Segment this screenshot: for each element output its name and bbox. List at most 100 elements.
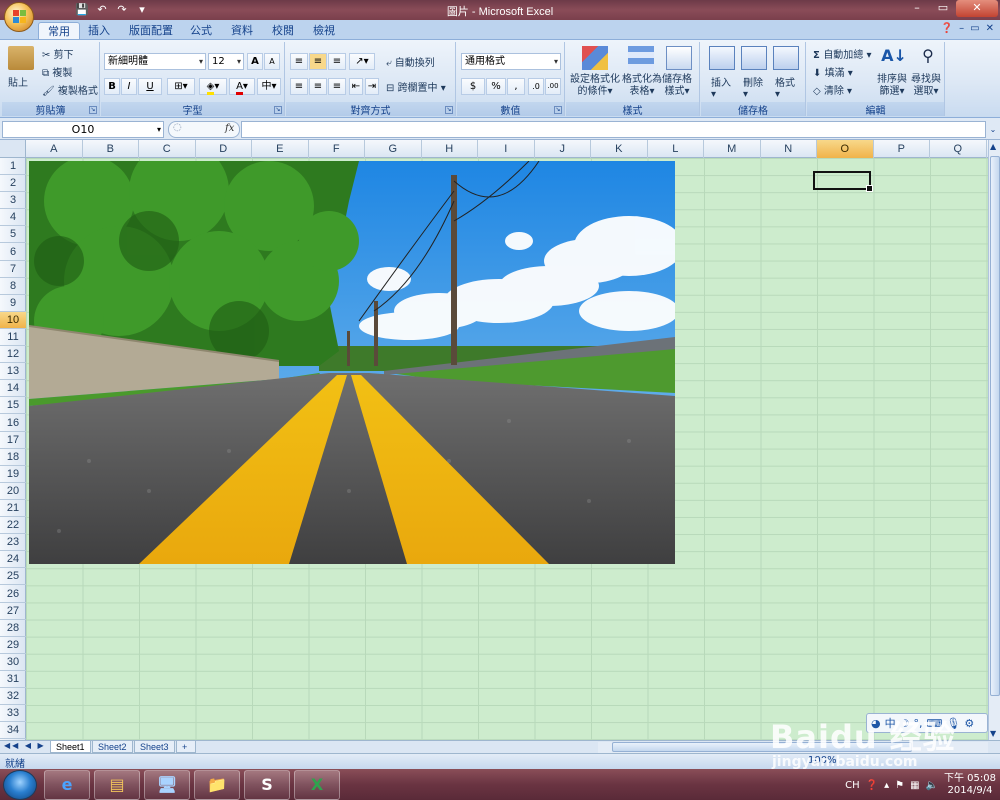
- number-launcher-icon[interactable]: ↘: [554, 106, 562, 114]
- paste-button[interactable]: 貼上: [8, 74, 28, 89]
- column-header[interactable]: M: [704, 140, 761, 158]
- row-header[interactable]: 6: [0, 244, 26, 261]
- column-header[interactable]: D: [196, 140, 252, 158]
- row-header[interactable]: 33: [0, 705, 26, 723]
- row-header[interactable]: 4: [0, 209, 26, 227]
- scroll-up-icon[interactable]: ▲: [990, 142, 996, 151]
- row-header[interactable]: 23: [0, 534, 26, 552]
- keyboard-icon[interactable]: ⌨: [926, 717, 942, 730]
- comma-button[interactable]: ,: [507, 78, 525, 95]
- minimize-button[interactable]: –: [904, 0, 930, 17]
- insert-function-button[interactable]: fx: [225, 123, 234, 134]
- align-center-button[interactable]: ≡: [309, 78, 327, 95]
- row-header[interactable]: 17: [0, 432, 26, 449]
- underline-button[interactable]: U: [138, 78, 162, 95]
- font-launcher-icon[interactable]: ↘: [274, 106, 282, 114]
- column-header[interactable]: L: [648, 140, 704, 158]
- sheet-tab-1[interactable]: Sheet1: [50, 741, 91, 753]
- row-header[interactable]: 11: [0, 329, 26, 347]
- sheet-tab-2[interactable]: Sheet2: [92, 741, 133, 753]
- vertical-scrollbar[interactable]: ▲ ▼: [988, 140, 1000, 740]
- align-top-button[interactable]: ≡: [290, 53, 308, 70]
- phonetic-button[interactable]: 中▾: [257, 78, 281, 95]
- increase-decimal-button[interactable]: .0: [528, 78, 544, 95]
- column-header[interactable]: E: [252, 140, 309, 158]
- cell-styles-button[interactable]: 儲存格 樣式▾: [662, 74, 692, 98]
- ime-moon-icon[interactable]: ☽: [900, 717, 910, 730]
- name-box[interactable]: O10 ▾: [2, 121, 164, 138]
- fill-button[interactable]: ⬇ 填滿 ▾: [813, 64, 853, 79]
- font-color-button[interactable]: A▾: [229, 78, 255, 95]
- row-header[interactable]: 3: [0, 192, 26, 210]
- tray-arrow-icon[interactable]: ▴: [884, 780, 889, 791]
- grow-font-button[interactable]: A: [247, 53, 263, 70]
- column-header[interactable]: N: [761, 140, 817, 158]
- row-header[interactable]: 5: [0, 226, 26, 244]
- row-header[interactable]: 7: [0, 261, 26, 278]
- decrease-decimal-button[interactable]: .00: [545, 78, 561, 95]
- cut-button[interactable]: ✂ 剪下: [42, 46, 74, 61]
- decrease-indent-button[interactable]: ⇤: [349, 78, 363, 95]
- flag-icon[interactable]: ⚑: [895, 780, 904, 791]
- font-size-select[interactable]: 12 ▾: [208, 53, 244, 70]
- column-header[interactable]: G: [365, 140, 422, 158]
- row-header[interactable]: 13: [0, 363, 26, 381]
- sort-filter-button[interactable]: 排序與 篩選▾: [877, 74, 907, 98]
- alignment-launcher-icon[interactable]: ↘: [445, 106, 453, 114]
- row-header[interactable]: 25: [0, 568, 26, 586]
- ribbon-close-icon[interactable]: ✕: [986, 23, 994, 34]
- computer-icon[interactable]: 🖥: [144, 770, 190, 800]
- row-header[interactable]: 10: [0, 311, 26, 329]
- ime-logo-icon[interactable]: ◕: [871, 717, 881, 730]
- volume-icon[interactable]: 🔈: [926, 780, 938, 791]
- row-header[interactable]: 2: [0, 175, 26, 193]
- excel-icon[interactable]: X: [294, 770, 340, 800]
- tab-home[interactable]: 常用: [38, 22, 80, 40]
- tab-formulas[interactable]: 公式: [181, 22, 221, 40]
- align-middle-button[interactable]: ≡: [309, 53, 327, 70]
- row-header[interactable]: 29: [0, 637, 26, 654]
- increase-indent-button[interactable]: ⇥: [365, 78, 379, 95]
- align-bottom-button[interactable]: ≡: [328, 53, 346, 70]
- clock[interactable]: 下午 05:08 2014/9/4: [944, 773, 996, 797]
- active-cell-O10[interactable]: [813, 171, 873, 192]
- formula-expander-icon[interactable]: ◌: [173, 122, 182, 133]
- align-right-button[interactable]: ≡: [328, 78, 346, 95]
- column-header[interactable]: Q: [930, 140, 987, 158]
- align-left-button[interactable]: ≡: [290, 78, 308, 95]
- help-icon[interactable]: ❓: [941, 23, 953, 34]
- cell-styles-icon[interactable]: [666, 46, 692, 70]
- vertical-scroll-thumb[interactable]: [990, 156, 1000, 696]
- language-indicator[interactable]: CH: [845, 780, 860, 791]
- conditional-format-button[interactable]: 設定格式化 的條件▾: [570, 74, 620, 98]
- column-header[interactable]: P: [874, 140, 930, 158]
- orientation-button[interactable]: ↗▾: [349, 53, 375, 70]
- row-header[interactable]: 34: [0, 722, 26, 740]
- insert-cells-button[interactable]: 插入 ▾: [711, 74, 731, 100]
- row-header[interactable]: 30: [0, 654, 26, 671]
- format-cells-button[interactable]: 格式 ▾: [775, 74, 795, 100]
- row-header[interactable]: 9: [0, 295, 26, 312]
- close-button[interactable]: ✕: [956, 0, 998, 17]
- autosum-button[interactable]: Σ 自動加總 ▾: [813, 46, 872, 61]
- number-format-select[interactable]: 通用格式 ▾: [461, 53, 561, 70]
- scroll-down-icon[interactable]: ▼: [990, 729, 996, 738]
- shrink-font-button[interactable]: A: [264, 53, 280, 70]
- row-header[interactable]: 14: [0, 380, 26, 398]
- column-header[interactable]: F: [309, 140, 365, 158]
- select-all-button[interactable]: [0, 140, 26, 158]
- copy-button[interactable]: ⧉ 複製: [42, 64, 72, 79]
- paste-icon[interactable]: [8, 46, 34, 70]
- column-header[interactable]: C: [139, 140, 196, 158]
- ribbon-minimize-icon[interactable]: –: [959, 23, 964, 34]
- row-header[interactable]: 27: [0, 603, 26, 620]
- conditional-format-icon[interactable]: [582, 46, 608, 70]
- font-name-select[interactable]: 新細明體 ▾: [104, 53, 206, 70]
- column-header[interactable]: A: [26, 140, 83, 158]
- ime-chinese-icon[interactable]: 中: [885, 715, 896, 731]
- row-header[interactable]: 18: [0, 449, 26, 466]
- ime-punct-icon[interactable]: °,: [913, 717, 922, 730]
- column-header[interactable]: B: [83, 140, 139, 158]
- office-button[interactable]: [4, 2, 34, 32]
- delete-cells-icon[interactable]: [741, 46, 767, 70]
